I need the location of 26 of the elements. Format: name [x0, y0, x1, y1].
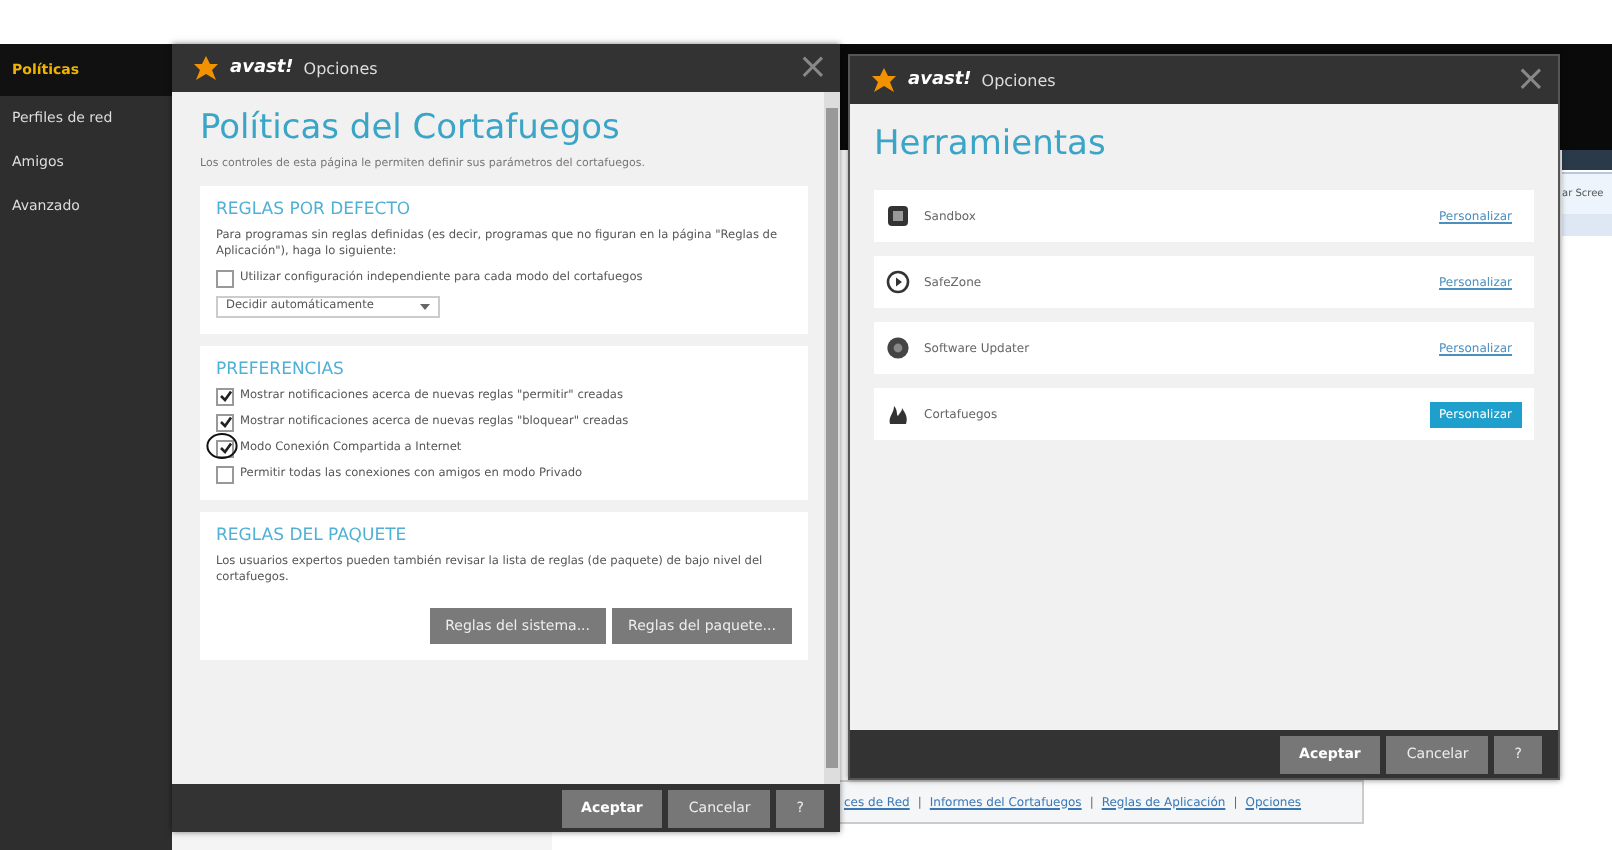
- window-title: Opciones: [981, 71, 1056, 89]
- window-title: Opciones: [303, 59, 378, 77]
- checkbox[interactable]: [216, 413, 234, 432]
- logo-text: avast!: [908, 70, 972, 90]
- section-title: REGLAS DEL PAQUETE: [216, 525, 409, 546]
- logo-text: avast!: [230, 58, 294, 78]
- background-toolbar: [1562, 150, 1612, 170]
- close-button[interactable]: ×: [1515, 62, 1546, 98]
- flame-icon: [886, 402, 910, 426]
- page-heading: Herramientas: [874, 124, 1108, 164]
- section-title: REGLAS POR DEFECTO: [216, 200, 413, 220]
- page-heading: Políticas del Cortafuegos: [200, 108, 622, 148]
- close-button[interactable]: ×: [797, 50, 828, 86]
- checkbox[interactable]: [216, 269, 234, 288]
- avast-logo-icon: [192, 54, 220, 82]
- checkbox[interactable]: [216, 465, 234, 484]
- hand-drawn-circle: [206, 431, 238, 460]
- checkbox[interactable]: [216, 387, 234, 406]
- scrollbar[interactable]: [824, 92, 840, 784]
- checkbox[interactable]: [216, 439, 234, 458]
- avast-logo-icon: [870, 66, 898, 94]
- play-circle-icon: [886, 270, 910, 294]
- caret-icon: [420, 303, 430, 310]
- section-title: PREFERENCIAS: [216, 359, 346, 380]
- background-bar: [1562, 212, 1612, 236]
- box-icon: [886, 204, 910, 228]
